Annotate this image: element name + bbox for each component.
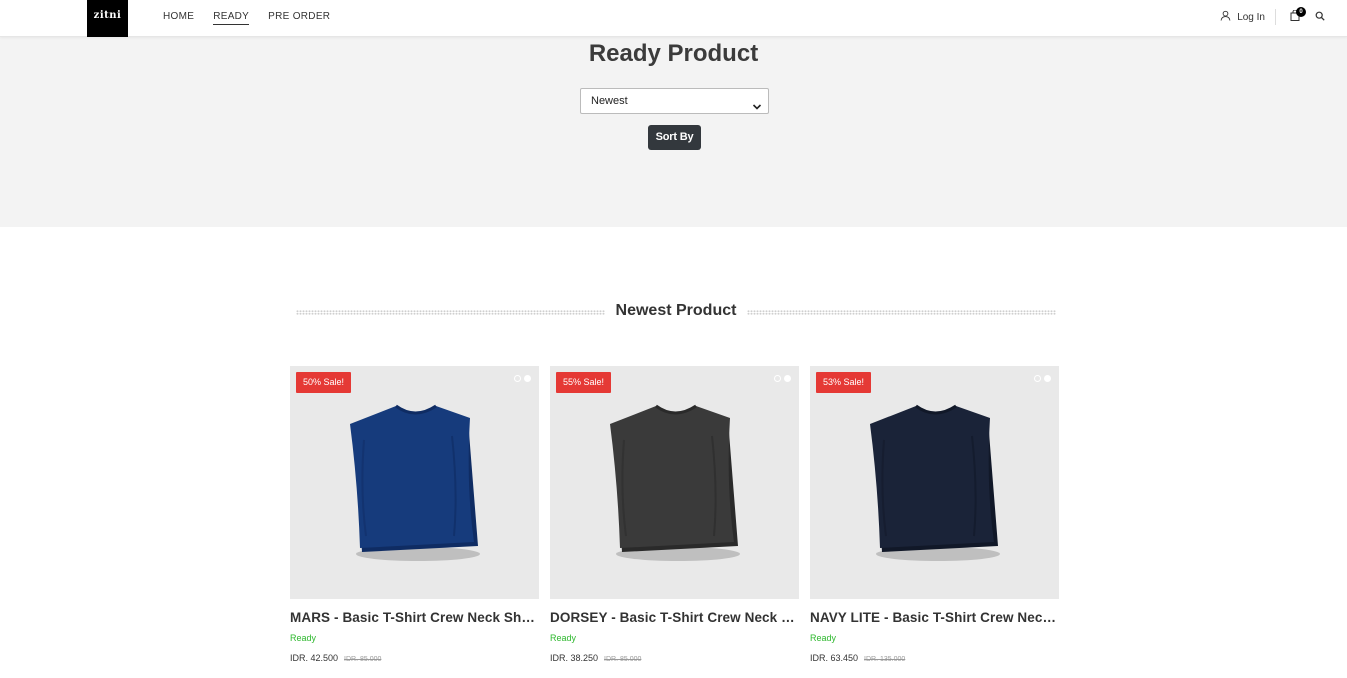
site-header: zitni HOME READY PRE ORDER Log In 0 <box>0 0 1347 37</box>
tshirt-image <box>870 404 1000 561</box>
product-price: IDR. 63.450 IDR. 135.000 <box>810 653 1059 663</box>
product-name[interactable]: NAVY LITE - Basic T-Shirt Crew Neck Shor… <box>810 610 1059 625</box>
original-price: IDR. 85.000 <box>344 656 382 663</box>
main-nav: HOME READY PRE ORDER <box>163 11 330 25</box>
carousel-dot[interactable] <box>524 375 531 382</box>
carousel-dot[interactable] <box>774 375 781 382</box>
product-price: IDR. 42.500 IDR. 85.000 <box>290 653 539 663</box>
product-name[interactable]: DORSEY - Basic T-Shirt Crew Neck Short S… <box>550 610 799 625</box>
product-card[interactable]: 53% Sale! NAVY LITE - Basic T-Shirt Crew… <box>810 366 1059 663</box>
sort-select[interactable]: Newest <box>580 88 769 114</box>
original-price: IDR. 85.000 <box>604 656 642 663</box>
image-carousel-dots <box>774 375 791 382</box>
product-image[interactable]: 50% Sale! <box>290 366 539 599</box>
sort-select-value: Newest <box>591 95 628 107</box>
tshirt-image <box>610 404 740 561</box>
sale-price: IDR. 63.450 <box>810 653 859 663</box>
sale-badge: 50% Sale! <box>296 372 352 393</box>
login-link[interactable]: Log In <box>1220 9 1276 25</box>
section-divider-right <box>747 310 1056 315</box>
product-name[interactable]: MARS - Basic T-Shirt Crew Neck Short Sle… <box>290 610 539 625</box>
chevron-down-icon <box>752 96 762 120</box>
nav-pre-order[interactable]: PRE ORDER <box>268 11 330 25</box>
site-logo[interactable]: zitni <box>87 0 128 37</box>
stock-status: Ready <box>550 633 577 643</box>
tshirt-image <box>350 404 480 561</box>
carousel-dot[interactable] <box>1044 375 1051 382</box>
login-label: Log In <box>1237 11 1265 23</box>
carousel-dot[interactable] <box>514 375 521 382</box>
search-icon <box>1315 8 1325 26</box>
product-image[interactable]: 55% Sale! <box>550 366 799 599</box>
product-grid: 50% Sale! MARS - Basic T-Shirt Crew Neck… <box>290 366 1059 663</box>
search-button[interactable] <box>1315 8 1325 26</box>
stock-status: Ready <box>290 633 317 643</box>
stock-status: Ready <box>810 633 837 643</box>
sale-price: IDR. 38.250 <box>550 653 599 663</box>
carousel-dot[interactable] <box>784 375 791 382</box>
cart-count-badge: 0 <box>1296 7 1306 17</box>
page-title: Ready Product <box>588 40 759 67</box>
header-tools: Log In 0 <box>1220 7 1325 26</box>
carousel-dot[interactable] <box>1034 375 1041 382</box>
sale-price: IDR. 42.500 <box>290 653 339 663</box>
image-carousel-dots <box>1034 375 1051 382</box>
hero-section: Ready Product Newest Sort By <box>0 37 1347 227</box>
cart-button[interactable]: 0 <box>1290 7 1306 25</box>
product-card[interactable]: 55% Sale! DORSEY - Basic T-Shirt Crew Ne… <box>550 366 799 663</box>
section-heading: Newest Product <box>296 300 1056 324</box>
nav-home[interactable]: HOME <box>163 11 194 25</box>
image-carousel-dots <box>514 375 531 382</box>
original-price: IDR. 135.000 <box>864 656 906 663</box>
nav-ready[interactable]: READY <box>213 11 250 25</box>
user-icon <box>1220 10 1231 24</box>
product-card[interactable]: 50% Sale! MARS - Basic T-Shirt Crew Neck… <box>290 366 539 663</box>
sale-badge: 53% Sale! <box>816 372 872 393</box>
product-price: IDR. 38.250 IDR. 85.000 <box>550 653 799 663</box>
product-image[interactable]: 53% Sale! <box>810 366 1059 599</box>
sale-badge: 55% Sale! <box>556 372 612 393</box>
sort-by-button[interactable]: Sort By <box>648 125 701 150</box>
